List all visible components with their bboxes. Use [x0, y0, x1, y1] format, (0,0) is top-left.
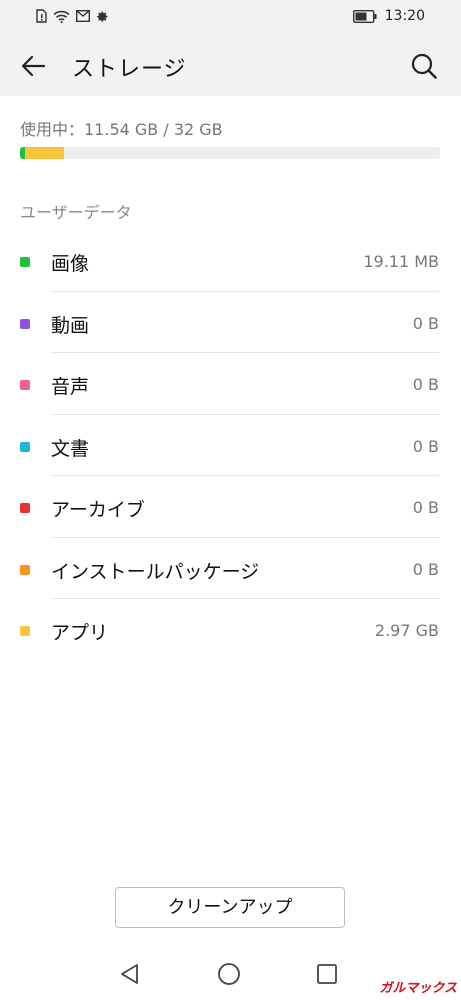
status-bar: 13:20 [0, 0, 461, 34]
list-item[interactable]: 音声 0 B [0, 353, 461, 415]
list-item[interactable]: アーカイブ 0 B [0, 476, 461, 538]
search-button[interactable] [409, 51, 439, 81]
category-color-dot [20, 441, 30, 452]
mail-icon [76, 10, 90, 22]
category-size: 0 B [412, 436, 439, 456]
category-size: 0 B [412, 559, 439, 579]
wifi-icon [53, 10, 70, 23]
category-color-dot [20, 318, 30, 329]
category-label: 画像 [51, 253, 90, 275]
category-label: 文書 [51, 437, 90, 460]
category-label: 動画 [51, 314, 90, 337]
list-item[interactable]: 画像 19.11 MB [0, 230, 461, 292]
category-color-dot [20, 503, 30, 513]
back-button[interactable] [18, 51, 48, 81]
category-label: アーカイブ [51, 499, 145, 521]
category-size: 0 B [412, 313, 439, 333]
cleanup-button[interactable]: クリーンアップ [115, 887, 345, 928]
usage-text: 使用中：11.54 GB / 32 GB [20, 120, 223, 139]
status-time: 13:20 [384, 8, 425, 24]
usage-segment [25, 147, 65, 159]
category-color-dot [20, 257, 30, 267]
category-color-dot [20, 626, 30, 636]
list-item[interactable]: 動画 0 B [0, 292, 461, 353]
nav-back-icon[interactable] [117, 961, 143, 987]
list-item[interactable]: アプリ 2.97 GB [0, 599, 461, 661]
category-color-dot [20, 564, 30, 575]
nav-home-icon[interactable] [217, 962, 241, 986]
battery-icon [352, 9, 377, 23]
category-size: 0 B [412, 375, 439, 394]
arrow-left-icon [21, 55, 46, 77]
watermark-logo: ガルマックス [379, 981, 457, 996]
page-title: ストレージ [72, 57, 187, 82]
status-icons [36, 9, 109, 23]
nav-bar: ガルマックス [0, 945, 461, 1000]
search-icon [411, 53, 437, 79]
category-list: 画像 19.11 MB 動画 0 B 音声 0 B 文書 0 B アーカイブ 0 B インストールパ… [0, 230, 461, 661]
list-item[interactable]: 文書 0 B [0, 415, 461, 476]
category-label: アプリ [51, 622, 109, 644]
app-bar: ストレージ [0, 34, 461, 96]
sim-icon [36, 9, 47, 23]
list-item[interactable]: インストールパッケージ 0 B [0, 538, 461, 599]
status-right: 13:20 [352, 8, 425, 24]
category-size: 19.11 MB [363, 252, 439, 271]
category-label: インストールパッケージ [51, 560, 260, 583]
section-title: ユーザーデータ [20, 203, 132, 222]
category-color-dot [20, 380, 30, 390]
category-label: 音声 [51, 376, 90, 398]
category-size: 2.97 GB [374, 621, 439, 640]
gear-icon [97, 11, 108, 22]
usage-bar [20, 147, 440, 159]
nav-recent-icon[interactable] [316, 963, 338, 985]
category-size: 0 B [412, 498, 439, 517]
